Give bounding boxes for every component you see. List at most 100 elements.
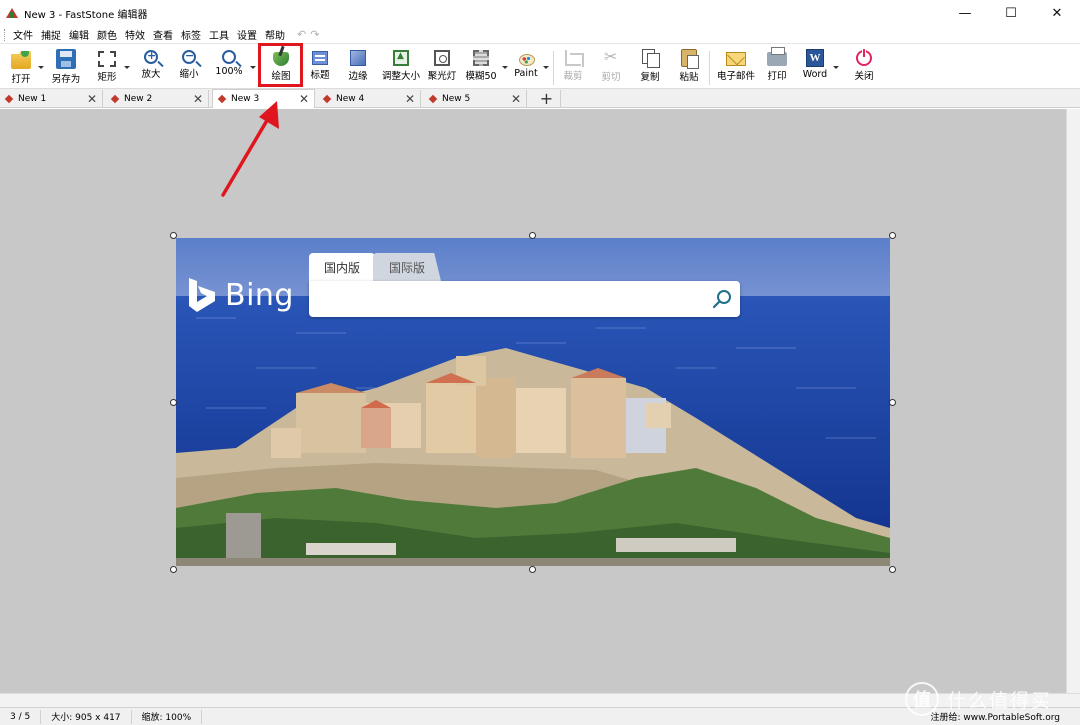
- maximize-button[interactable]: ☐: [988, 0, 1034, 26]
- document-tab-bar: New 1 ✕ New 2 ✕ New 3 ✕ New 4 ✕ New 5 ✕ …: [0, 89, 1080, 108]
- print-button[interactable]: 打印: [762, 47, 792, 87]
- blur-button[interactable]: 模糊50: [464, 47, 498, 87]
- crop-button[interactable]: 裁剪: [558, 47, 588, 87]
- crop-label: 裁剪: [563, 71, 583, 82]
- tab-label: New 2: [124, 93, 153, 104]
- tab-label: New 1: [18, 93, 47, 104]
- tab-close-icon[interactable]: ✕: [298, 93, 310, 105]
- close-window-button[interactable]: ✕: [1034, 0, 1080, 26]
- resize-icon: [393, 50, 409, 66]
- copy-icon: [642, 49, 660, 68]
- paint-button[interactable]: Paint: [511, 47, 541, 87]
- new-tab-button[interactable]: +: [533, 89, 561, 108]
- save-as-label: 另存为: [51, 74, 81, 85]
- resize-handle-s[interactable]: [529, 566, 536, 573]
- open-dropdown-arrow[interactable]: [38, 66, 44, 69]
- paint-dropdown-arrow[interactable]: [543, 66, 549, 69]
- menu-capture[interactable]: 捕捉: [37, 27, 65, 42]
- undo-icon[interactable]: ↶: [297, 28, 306, 41]
- print-label: 打印: [767, 71, 787, 82]
- tab-close-icon[interactable]: ✕: [510, 93, 522, 105]
- tab-label: New 5: [442, 93, 471, 104]
- resize-button[interactable]: 调整大小: [380, 47, 422, 87]
- close-label: 关闭: [854, 71, 874, 82]
- caption-label: 标题: [310, 70, 330, 81]
- minimize-button[interactable]: —: [942, 0, 988, 26]
- open-button[interactable]: 打开: [6, 47, 36, 87]
- paste-button[interactable]: 粘贴: [674, 47, 704, 87]
- rect-select-button[interactable]: 矩形: [92, 47, 122, 87]
- resize-handle-sw[interactable]: [170, 566, 177, 573]
- zoom-in-button[interactable]: 放大: [136, 47, 166, 87]
- tab-new-1[interactable]: New 1 ✕: [0, 90, 103, 107]
- rect-dropdown-arrow[interactable]: [124, 66, 130, 69]
- tab-close-icon[interactable]: ✕: [86, 93, 98, 105]
- spotlight-button[interactable]: 聚光灯: [426, 47, 458, 87]
- menu-view[interactable]: 查看: [149, 27, 177, 42]
- menu-bar: 文件 捕捉 编辑 颜色 特效 查看 标签 工具 设置 帮助 ↶ ↷: [0, 26, 1080, 44]
- menu-help[interactable]: 帮助: [261, 27, 289, 42]
- caption-icon: [312, 51, 328, 65]
- email-envelope-icon: [726, 52, 746, 66]
- tab-new-4[interactable]: New 4 ✕: [318, 90, 421, 107]
- close-image-button[interactable]: 关闭: [849, 47, 879, 87]
- menu-effects[interactable]: 特效: [121, 27, 149, 42]
- tab-domestic: 国内版: [309, 253, 375, 281]
- toolbar: 打开 另存为 矩形 放大 缩小 100% 绘图 标题 边缘 调整大小 聚光灯: [0, 45, 1080, 89]
- save-as-button[interactable]: 另存为: [48, 47, 84, 87]
- copy-label: 复制: [640, 72, 660, 83]
- zoom-100-label: 100%: [215, 66, 243, 77]
- resize-handle-se[interactable]: [889, 566, 896, 573]
- redo-icon[interactable]: ↷: [310, 28, 319, 41]
- image-size: 大小: 905 x 417: [41, 709, 132, 724]
- scissors-icon: [603, 47, 619, 67]
- zoom-100-button[interactable]: 100%: [212, 47, 246, 87]
- rectangle-select-icon: [98, 51, 116, 67]
- menu-file[interactable]: 文件: [9, 27, 37, 42]
- zoom-dropdown-arrow[interactable]: [250, 66, 256, 69]
- cut-button[interactable]: 剪切: [596, 47, 626, 87]
- tab-doc-icon: [4, 94, 14, 103]
- resize-handle-e[interactable]: [889, 399, 896, 406]
- paste-label: 粘贴: [679, 72, 699, 83]
- email-button[interactable]: 电子邮件: [714, 47, 758, 87]
- vertical-scrollbar[interactable]: [1066, 109, 1080, 693]
- word-button[interactable]: W Word: [799, 47, 831, 87]
- tab-close-icon[interactable]: ✕: [404, 93, 416, 105]
- menu-edit[interactable]: 编辑: [65, 27, 93, 42]
- menu-tabs[interactable]: 标签: [177, 27, 205, 42]
- resize-handle-w[interactable]: [170, 399, 177, 406]
- word-label: Word: [802, 69, 828, 80]
- spotlight-label: 聚光灯: [427, 71, 457, 82]
- word-dropdown-arrow[interactable]: [833, 66, 839, 69]
- window-controls: — ☐ ✕: [942, 0, 1080, 26]
- printer-icon: [767, 47, 787, 66]
- edge-button[interactable]: 边缘: [343, 47, 373, 87]
- resize-handle-ne[interactable]: [889, 232, 896, 239]
- toolbar-separator: [709, 51, 710, 85]
- zoom-out-button[interactable]: 缩小: [174, 47, 204, 87]
- blur-label: 模糊50: [465, 71, 497, 82]
- resize-handle-n[interactable]: [529, 232, 536, 239]
- menu-tools[interactable]: 工具: [205, 27, 233, 42]
- resize-handle-nw[interactable]: [170, 232, 177, 239]
- menu-settings[interactable]: 设置: [233, 27, 261, 42]
- toolbar-separator: [553, 51, 554, 85]
- zoom-actual-icon: [222, 50, 236, 64]
- tab-close-icon[interactable]: ✕: [192, 93, 204, 105]
- tab-new-5[interactable]: New 5 ✕: [424, 90, 527, 107]
- zoom-in-icon: [144, 49, 158, 64]
- caption-button[interactable]: 标题: [305, 47, 335, 87]
- zoom-out-icon: [182, 49, 196, 64]
- email-label: 电子邮件: [716, 71, 755, 82]
- draw-highlight-box: [258, 43, 303, 87]
- menu-color[interactable]: 颜色: [93, 27, 121, 42]
- tab-new-2[interactable]: New 2 ✕: [106, 90, 209, 107]
- spotlight-icon: [434, 50, 450, 66]
- blur-dropdown-arrow[interactable]: [502, 66, 508, 69]
- edge-effect-icon: [350, 50, 366, 66]
- bing-search-box: [309, 281, 740, 317]
- rect-label: 矩形: [97, 72, 117, 83]
- tab-doc-icon: [322, 94, 332, 103]
- copy-button[interactable]: 复制: [635, 47, 665, 87]
